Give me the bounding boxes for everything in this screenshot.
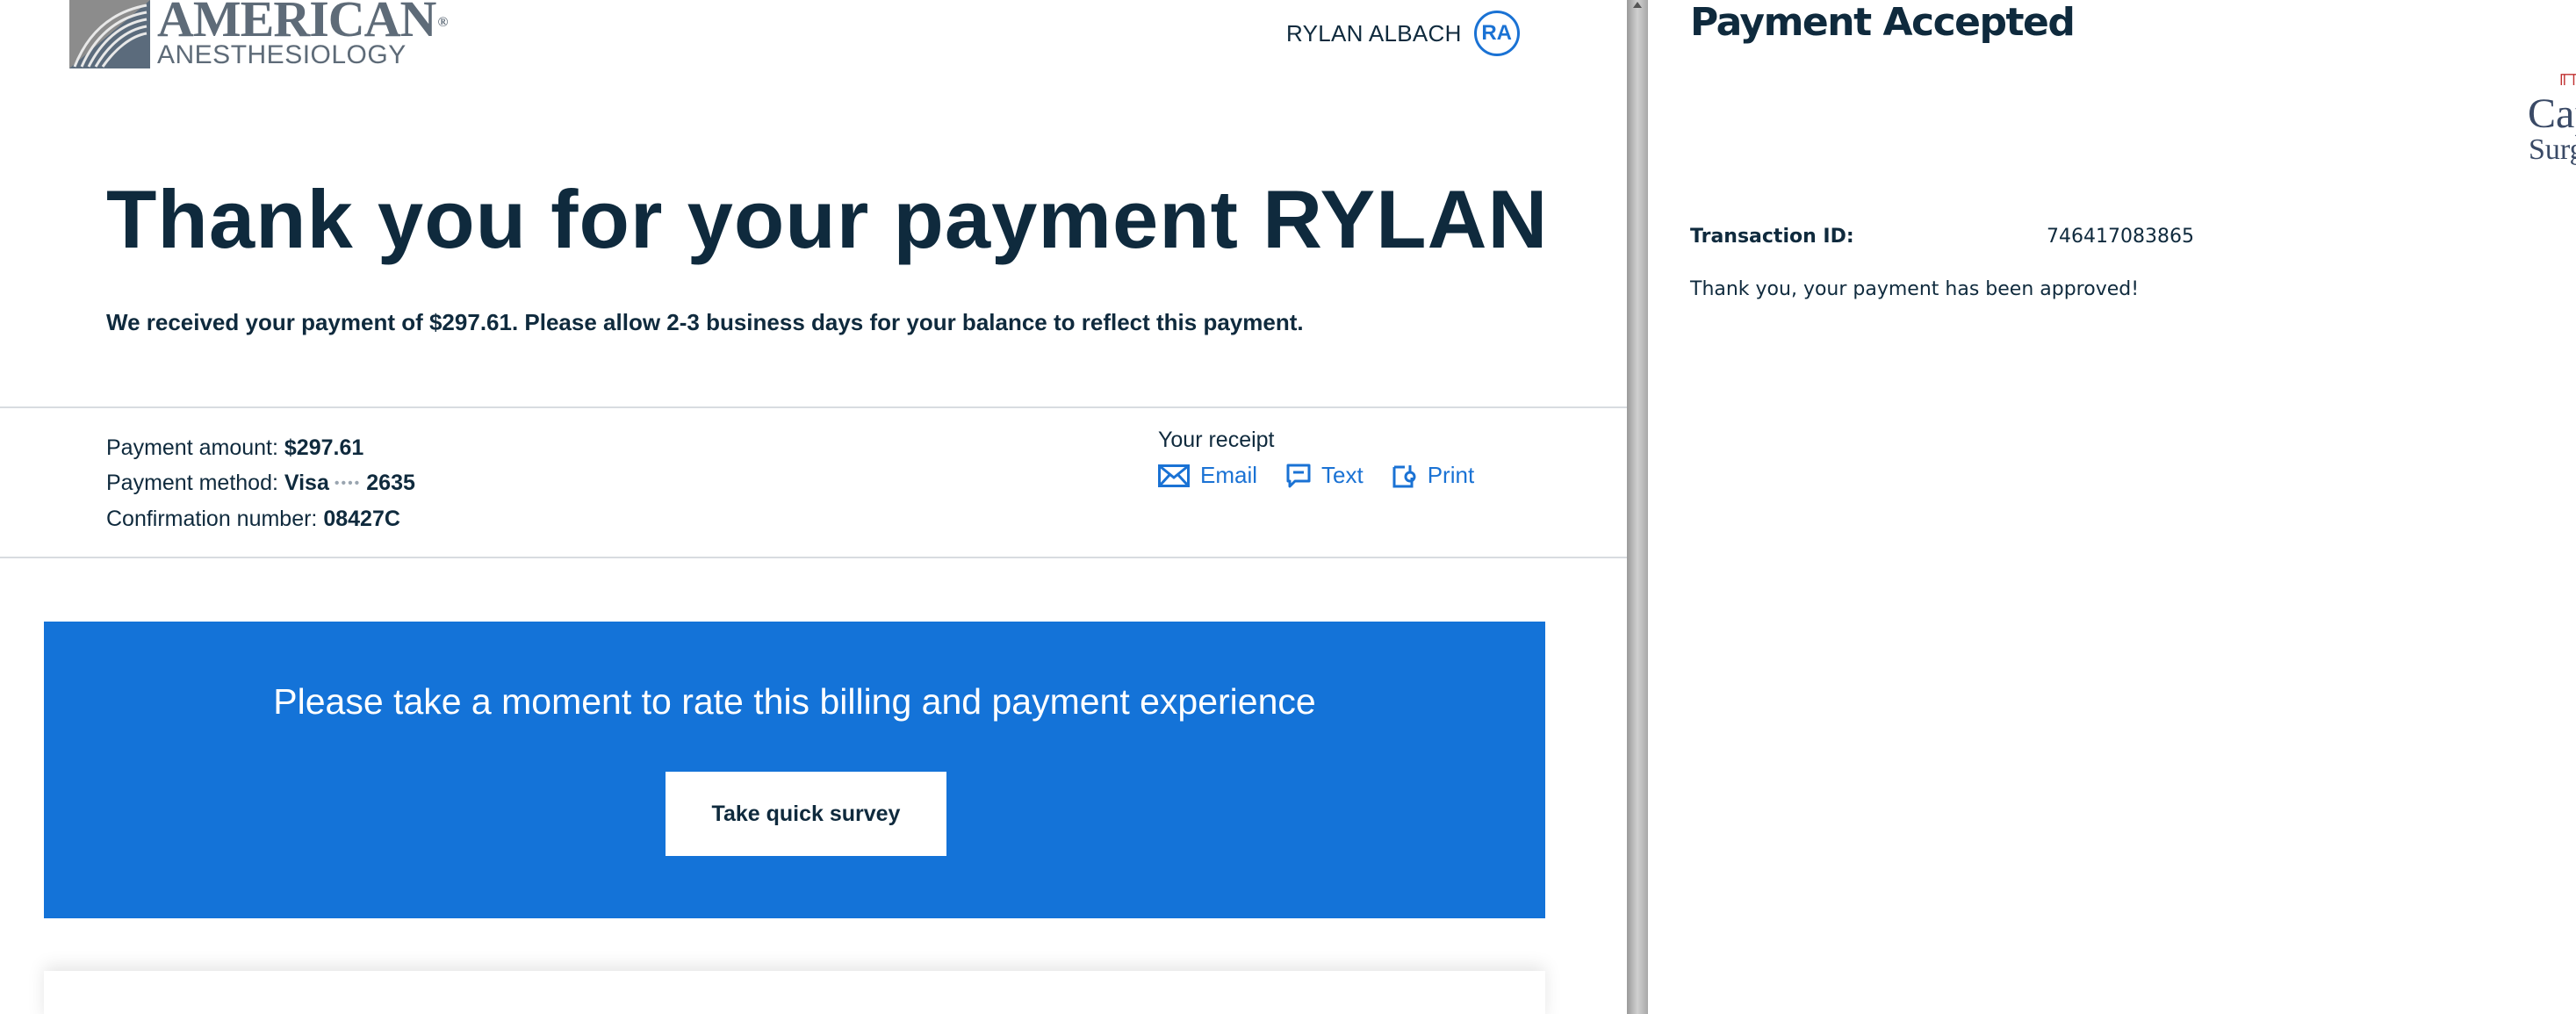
capital-surgery-logo: ╓╖ Cap Surg [2526,61,2576,176]
registered-mark: ® [437,15,448,30]
divider [0,406,1627,408]
print-icon [1392,464,1416,487]
message-icon [1286,464,1311,487]
confirmation-row: Confirmation number: 08427C [106,507,400,532]
payment-accepted-title: Payment Accepted [1690,0,2076,45]
user-menu[interactable]: RYLAN ALBACH RA [1286,11,1520,56]
billing-page: AMERICAN ® ANESTHESIOLOGY RYLAN ALBACH RA… [0,0,1627,1014]
text-receipt-link[interactable]: Text [1286,462,1364,489]
email-label: Email [1200,462,1258,488]
american-anesthesiology-logo[interactable]: AMERICAN ® ANESTHESIOLOGY [69,0,448,70]
receipt-actions: Email Text Print [1158,462,1503,489]
survey-prompt: Please take a moment to rate this billin… [273,681,1316,722]
avatar[interactable]: RA [1473,11,1520,56]
text-label: Text [1321,462,1364,488]
cap-logo-line2: Surg [2529,133,2576,166]
user-name: RYLAN ALBACH [1286,19,1462,47]
take-survey-button[interactable]: Take quick survey [666,772,946,856]
receipt-title: Your receipt [1158,428,1275,452]
scroll-up-icon[interactable] [1633,2,1642,8]
cap-logo-line1: Cap [2528,90,2576,137]
logo-mark-icon [69,0,150,68]
transaction-id-value: 746417083865 [2047,226,2194,248]
card-last4: 2635 [366,471,415,495]
payment-accepted-panel: Payment Accepted Transaction ID: 7464170… [1648,0,2576,1014]
divider [0,557,1627,558]
card-mask: •••• [334,476,362,492]
payment-method-row: Payment method: Visa •••• 2635 [106,471,415,495]
envelope-icon [1158,464,1190,487]
content-card [44,971,1545,1014]
receipt-section: Your receipt Email Text Print [1158,428,1503,489]
cap-logo-mark-icon: ╓╖ [2557,65,2576,84]
payment-amount-row: Payment amount: $297.61 [106,435,364,460]
logo-american: AMERICAN ® [157,0,448,47]
payment-received-message: We received your payment of $297.61. Ple… [106,309,1304,335]
page-title: Thank you for your payment RYLAN [106,173,1549,265]
survey-banner: Please take a moment to rate this billin… [44,622,1545,918]
payment-amount-value: $297.61 [284,435,364,460]
approval-message: Thank you, your payment has been approve… [1690,278,2140,300]
logo-text: AMERICAN ® ANESTHESIOLOGY [157,0,448,69]
payment-details: Payment amount: $297.61 Payment method: … [106,430,415,536]
transaction-id-label: Transaction ID: [1690,226,1854,248]
logo-anesthesiology: ANESTHESIOLOGY [157,40,407,69]
print-label: Print [1427,462,1475,488]
card-brand: Visa [284,471,329,495]
panel-scrollbar[interactable] [1627,0,1648,1014]
print-receipt-link[interactable]: Print [1392,462,1474,489]
email-receipt-link[interactable]: Email [1158,462,1257,489]
confirmation-number: 08427C [323,507,400,532]
